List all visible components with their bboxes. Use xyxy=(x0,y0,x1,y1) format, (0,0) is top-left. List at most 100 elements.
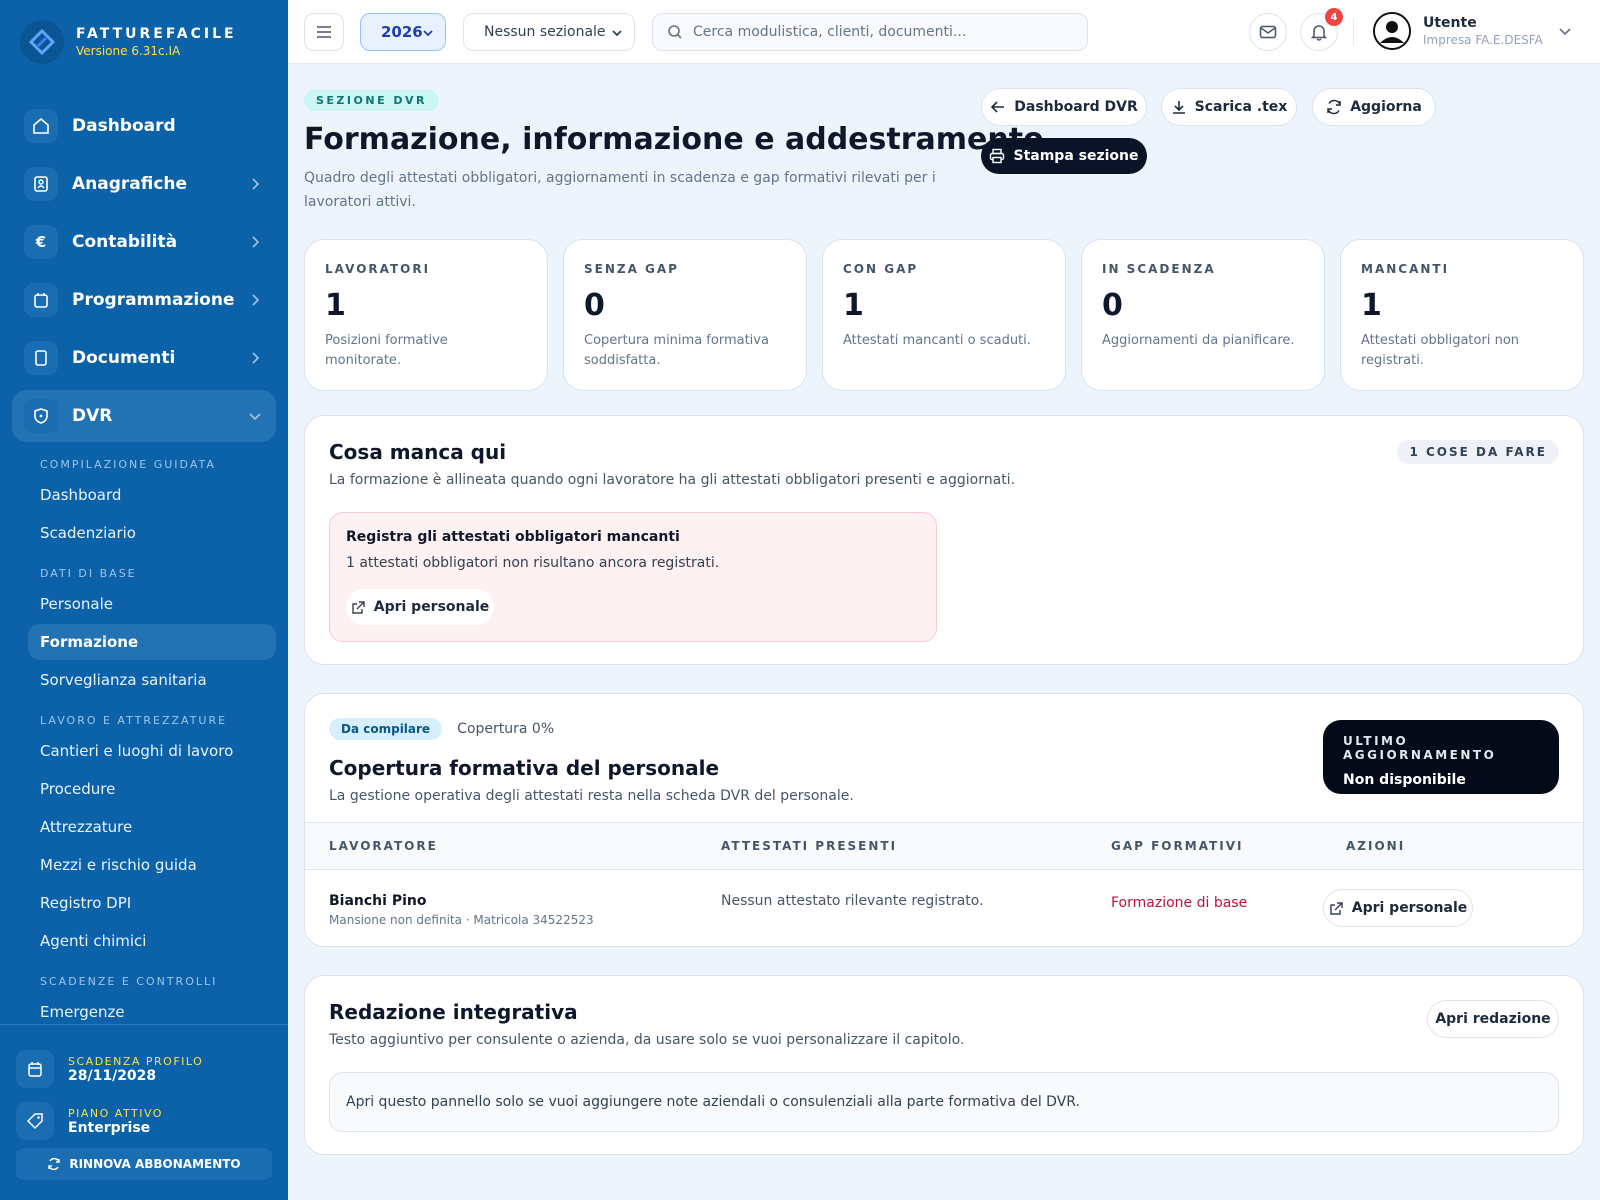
certificates-present: Nessun attestato rilevante registrato. xyxy=(721,893,984,909)
submenu-section-label: DATI DI BASE xyxy=(40,567,137,580)
notifications-button[interactable]: 4 xyxy=(1300,8,1343,51)
nav-programmazione[interactable]: Programmazione xyxy=(12,274,276,326)
sidebar: FATTUREFACILE Versione 6.31c.IA Dashboar… xyxy=(0,0,288,1200)
stat-label: LAVORATORI xyxy=(325,262,431,276)
training-gap: Formazione di base xyxy=(1111,895,1248,911)
open-personale-button[interactable]: Apri personale xyxy=(346,589,494,625)
submenu-personale[interactable]: Personale xyxy=(12,586,276,622)
open-editor-button[interactable]: Apri redazione xyxy=(1427,1000,1559,1038)
integrative-panel[interactable]: Apri questo pannello solo se vuoi aggiun… xyxy=(329,1072,1559,1132)
button-label: Stampa sezione xyxy=(1013,148,1139,164)
coverage-percent: Copertura 0% xyxy=(457,721,555,737)
coverage-header: Da compilare Copertura 0% Copertura form… xyxy=(329,718,854,804)
refresh-button[interactable]: Aggiorna xyxy=(1312,88,1436,126)
worker-name: Bianchi Pino xyxy=(329,893,427,909)
submenu-registro-dpi[interactable]: Registro DPI xyxy=(12,885,276,921)
search-bar xyxy=(652,13,1088,51)
sidebar-footer: SCADENZA PROFILO 28/11/2028 PIANO ATTIVO… xyxy=(0,1024,288,1200)
notification-count-badge: 4 xyxy=(1325,8,1343,26)
search-input[interactable] xyxy=(693,24,1073,40)
renew-label: RINNOVA ABBONAMENTO xyxy=(69,1157,241,1171)
year-select[interactable]: 2026 xyxy=(360,13,446,51)
submenu-dashboard[interactable]: Dashboard xyxy=(12,477,276,513)
brand[interactable]: FATTUREFACILE Versione 6.31c.IA xyxy=(20,20,237,64)
main-content: SEZIONE DVR Formazione, informazione e a… xyxy=(288,64,1600,1200)
chevron-down-icon xyxy=(612,30,622,37)
calendar-icon xyxy=(16,1050,54,1088)
open-personale-row-button[interactable]: Apri personale xyxy=(1323,889,1473,927)
page-subtitle: Quadro degli attestati obbligatori, aggi… xyxy=(304,170,936,210)
submenu-formazione[interactable]: Formazione xyxy=(28,624,276,660)
section-eyebrow: SEZIONE DVR xyxy=(304,90,440,111)
stat-value: 1 xyxy=(325,288,346,323)
stat-label: SENZA GAP xyxy=(584,262,679,276)
menu-toggle-button[interactable] xyxy=(304,13,344,51)
nav-label: Documenti xyxy=(72,348,176,368)
submenu-section-label: SCADENZE E CONTROLLI xyxy=(40,975,218,988)
user-menu[interactable]: Utente Impresa FA.E.DESFA xyxy=(1373,12,1543,50)
stat-card-senza-gap: SENZA GAP 0 Copertura minima formativa s… xyxy=(563,239,807,391)
profile-expiry: SCADENZA PROFILO 28/11/2028 xyxy=(0,1045,288,1093)
user-avatar-icon xyxy=(1375,14,1409,48)
button-label: Apri personale xyxy=(1351,900,1468,916)
section-select[interactable]: Nessun sezionale xyxy=(463,13,635,51)
submenu-cantieri[interactable]: Cantieri e luoghi di lavoro xyxy=(12,733,276,769)
submenu-sorveglianza[interactable]: Sorveglianza sanitaria xyxy=(12,662,276,698)
submenu-scadenziario[interactable]: Scadenziario xyxy=(12,515,276,551)
nav-contabilita[interactable]: € Contabilità xyxy=(12,216,276,268)
messages-button[interactable] xyxy=(1249,13,1287,51)
nav-anagrafiche[interactable]: Anagrafiche xyxy=(12,158,276,210)
submenu-section-label: COMPILAZIONE GUIDATA xyxy=(40,458,216,471)
user-company: Impresa FA.E.DESFA xyxy=(1423,33,1543,47)
submenu-agenti-chimici[interactable]: Agenti chimici xyxy=(12,923,276,959)
profile-expiry-label: SCADENZA PROFILO xyxy=(68,1054,204,1068)
stat-value: 1 xyxy=(843,288,864,323)
submenu-mezzi[interactable]: Mezzi e rischio guida xyxy=(12,847,276,883)
section-value: Nessun sezionale xyxy=(484,24,606,40)
year-value: 2026 xyxy=(381,23,423,41)
table-row: Bianchi Pino Mansione non definita · Mat… xyxy=(305,871,1583,946)
last-update-box: ULTIMO AGGIORNAMENTO Non disponibile xyxy=(1323,720,1559,794)
todo-card: Cosa manca qui La formazione è allineata… xyxy=(304,415,1584,665)
stat-description: Copertura minima formativa soddisfatta. xyxy=(584,333,769,368)
todo-title: Cosa manca qui xyxy=(329,440,507,464)
button-label: Scarica .tex xyxy=(1194,99,1288,115)
chevron-right-icon xyxy=(252,236,260,248)
status-badge: Da compilare xyxy=(329,718,443,740)
integrative-title: Redazione integrativa xyxy=(329,1000,578,1024)
nav-dashboard[interactable]: Dashboard xyxy=(12,100,276,152)
download-icon xyxy=(1172,101,1185,114)
active-plan: PIANO ATTIVO Enterprise xyxy=(0,1097,288,1145)
submenu-procedure[interactable]: Procedure xyxy=(12,771,276,807)
download-tex-button[interactable]: Scarica .tex xyxy=(1161,88,1297,126)
button-label: Aggiorna xyxy=(1350,99,1422,115)
nav-dvr[interactable]: DVR xyxy=(12,390,276,442)
submenu-section-label: LAVORO E ATTREZZATURE xyxy=(40,714,228,727)
contacts-icon xyxy=(24,167,58,201)
nav-label: Anagrafiche xyxy=(72,174,188,194)
nav-documenti[interactable]: Documenti xyxy=(12,332,276,384)
last-update-value: Non disponibile xyxy=(1343,772,1466,788)
renew-subscription-button[interactable]: RINNOVA ABBONAMENTO xyxy=(16,1148,272,1180)
active-plan-value: Enterprise xyxy=(68,1119,151,1136)
print-section-button[interactable]: Stampa sezione xyxy=(981,138,1147,174)
coverage-subtitle: La gestione operativa degli attestati re… xyxy=(329,788,854,804)
chevron-down-icon[interactable] xyxy=(1556,22,1574,40)
profile-expiry-value: 28/11/2028 xyxy=(68,1067,157,1084)
button-label: Apri personale xyxy=(373,599,490,615)
home-icon xyxy=(24,109,58,143)
coverage-title: Copertura formativa del personale xyxy=(329,756,720,780)
column-header: GAP FORMATIVI xyxy=(1111,839,1244,853)
stat-label: MANCANTI xyxy=(1361,262,1450,276)
submenu-attrezzature[interactable]: Attrezzature xyxy=(12,809,276,845)
chevron-down-icon xyxy=(249,413,261,421)
stat-label: IN SCADENZA xyxy=(1102,262,1216,276)
stat-card-con-gap: CON GAP 1 Attestati mancanti o scaduti. xyxy=(822,239,1066,391)
external-link-icon xyxy=(352,600,365,614)
user-name: Utente xyxy=(1423,15,1477,31)
dashboard-dvr-button[interactable]: Dashboard DVR xyxy=(981,88,1147,126)
stat-value: 0 xyxy=(1102,288,1123,323)
stat-card-in-scadenza: IN SCADENZA 0 Aggiornamenti da pianifica… xyxy=(1081,239,1325,391)
chevron-right-icon xyxy=(252,352,260,364)
page-title: Formazione, informazione e addestramento xyxy=(304,122,1044,157)
